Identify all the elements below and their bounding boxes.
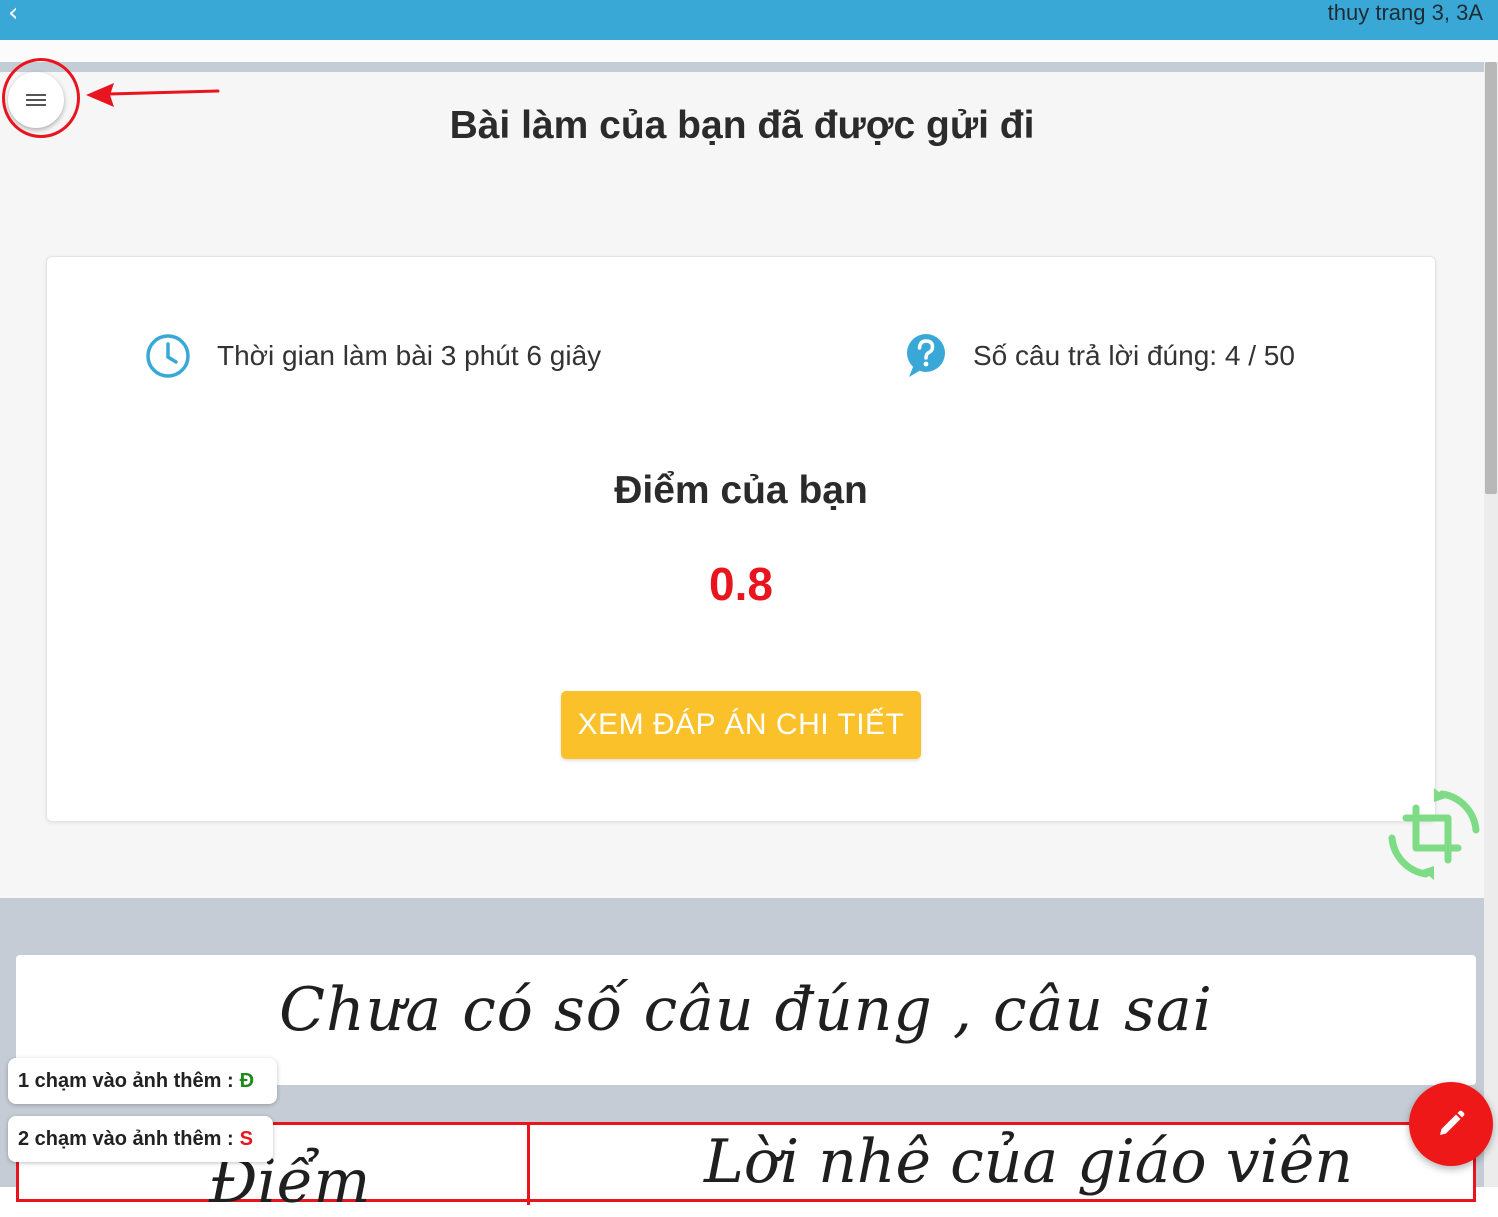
score-value: 0.8: [709, 558, 773, 610]
tip-two-tap: 2 chạm vào ảnh thêm : S: [8, 1116, 273, 1162]
arrow-left-icon: [86, 83, 220, 107]
page-title: Bài làm của bạn đã được gửi đi: [449, 104, 1035, 147]
tip-two-tap-mark: S: [239, 1127, 253, 1150]
worksheet-status-text: Chưa có số câu đúng , câu sai: [279, 975, 1213, 1045]
clock-icon: [145, 333, 191, 379]
header-divider: [0, 62, 1498, 72]
view-answers-button[interactable]: XEM ĐÁP ÁN CHI TIẾT: [561, 691, 921, 759]
correct-label: Số câu trả lời đúng: 4 / 50: [973, 340, 1295, 371]
scrollbar-thumb[interactable]: [1485, 62, 1497, 494]
edit-button[interactable]: [1409, 1082, 1493, 1166]
time-label: Thời gian làm bài 3 phút 6 giây: [217, 340, 602, 371]
rotate-crop-icon[interactable]: [1386, 786, 1482, 882]
tip-one-tap-text: 1 chạm vào ảnh thêm :: [18, 1069, 234, 1092]
highlight-circle: [2, 58, 80, 138]
table-divider: [527, 1125, 530, 1205]
pencil-icon: [1440, 1110, 1465, 1135]
time-stat: Thời gian làm bài 3 phút 6 giây: [145, 333, 601, 379]
header-spacer: [0, 40, 1498, 62]
tip-one-tap-mark: Đ: [239, 1069, 255, 1092]
top-bar: ‹ thuy trang 3, 3A: [0, 0, 1498, 40]
correct-stat: Số câu trả lời đúng: 4 / 50: [905, 333, 1295, 379]
chevron-left-icon[interactable]: ‹: [8, 0, 18, 28]
question-icon: [905, 333, 947, 379]
result-panel: Bài làm của bạn đã được gửi đi Thời gian…: [0, 72, 1484, 898]
tip-two-tap-text: 2 chạm vào ảnh thêm :: [18, 1127, 234, 1150]
result-card: Thời gian làm bài 3 phút 6 giây Số câu t…: [46, 256, 1436, 822]
user-label: thuy trang 3, 3A: [1327, 0, 1483, 25]
score-label: Điểm của bạn: [614, 469, 868, 512]
tip-one-tap: 1 chạm vào ảnh thêm : Đ: [8, 1058, 277, 1104]
